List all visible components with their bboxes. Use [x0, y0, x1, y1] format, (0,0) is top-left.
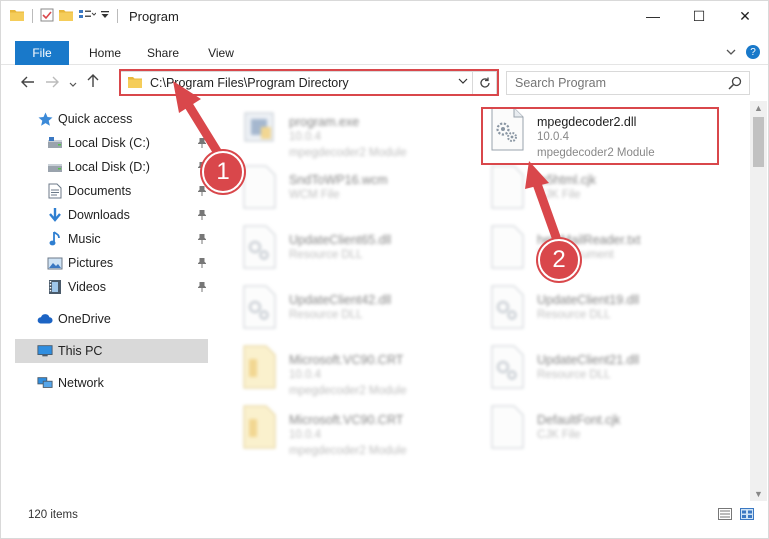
step-1-marker: 1: [202, 151, 244, 193]
explorer-window: Program — ☐ ✕ File Home Share View ? C:\…: [0, 0, 769, 539]
scroll-thumb[interactable]: [753, 117, 764, 167]
item-count: 120 items: [28, 509, 78, 521]
large-icons-view-icon[interactable]: [740, 508, 754, 523]
annotation-arrows: [173, 81, 561, 242]
scroll-up-icon[interactable]: ▲: [754, 103, 763, 113]
step-2-marker: 2: [538, 239, 580, 281]
vertical-scrollbar[interactable]: ▲ ▼: [750, 101, 767, 501]
status-bar: 120 items: [1, 504, 768, 526]
scroll-down-icon[interactable]: ▼: [754, 489, 763, 499]
view-toggle: [718, 508, 754, 523]
details-view-icon[interactable]: [718, 508, 732, 523]
